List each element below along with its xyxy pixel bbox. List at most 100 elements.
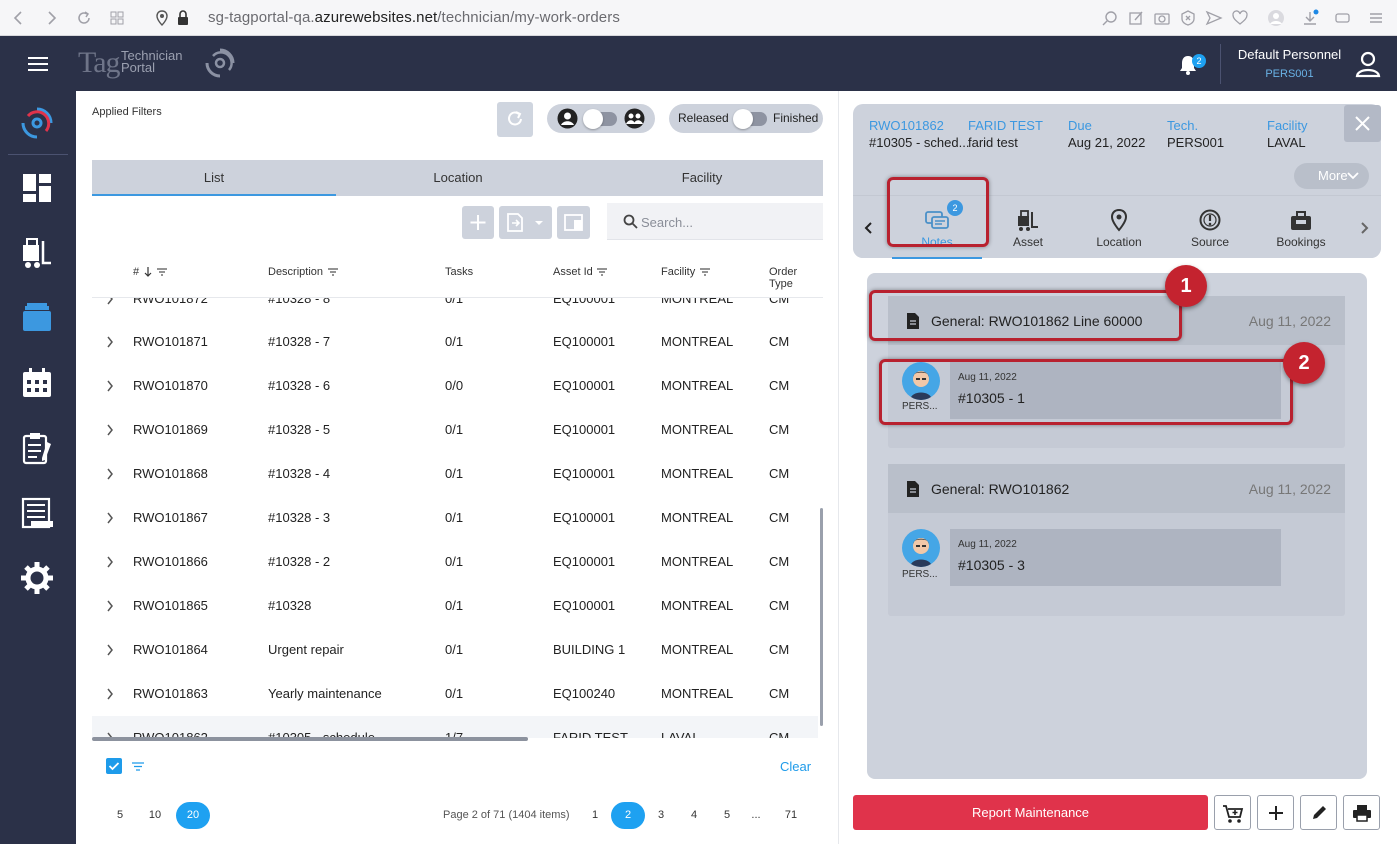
edit-page-icon[interactable] <box>1127 9 1145 27</box>
home-logo-icon[interactable] <box>19 105 55 141</box>
refresh-button[interactable] <box>497 102 533 137</box>
sort-desc-filter-icon[interactable] <box>144 266 168 278</box>
chevron-right-icon[interactable] <box>106 424 114 436</box>
personal-team-toggle[interactable] <box>547 104 655 133</box>
heart-icon[interactable] <box>1231 9 1249 27</box>
page-size-10[interactable]: 10 <box>145 809 165 821</box>
tab-location[interactable]: Location <box>336 160 580 196</box>
page-71[interactable]: 71 <box>781 809 801 821</box>
add-button[interactable] <box>1257 795 1294 830</box>
edit-button[interactable] <box>1300 795 1337 830</box>
tab-facility[interactable]: Facility <box>580 160 824 196</box>
tab-location[interactable]: Location <box>1074 196 1164 259</box>
page-size-20[interactable]: 20 <box>176 802 210 829</box>
filter-icon[interactable] <box>132 762 144 771</box>
col-facility[interactable]: Facility <box>661 266 695 278</box>
forklift-icon[interactable] <box>19 235 55 271</box>
tab-bookings[interactable]: Bookings <box>1256 196 1346 259</box>
page-4[interactable]: 4 <box>684 809 704 821</box>
chevron-right-icon[interactable] <box>106 556 114 568</box>
report-maintenance-button[interactable]: Report Maintenance <box>853 795 1208 830</box>
page-1[interactable]: 1 <box>585 809 605 821</box>
location-pin-icon[interactable] <box>153 9 171 27</box>
menu-icon[interactable] <box>1367 9 1385 27</box>
horizontal-scrollbar[interactable] <box>92 737 528 741</box>
chevron-right-icon[interactable] <box>106 380 114 392</box>
add-button[interactable] <box>462 206 494 239</box>
personal-team-switch[interactable] <box>583 109 617 129</box>
chevron-right-icon[interactable] <box>106 688 114 700</box>
table-row[interactable]: RWO101865 #10328 0/1 EQ100001 MONTREAL CM <box>92 584 818 628</box>
reload-icon[interactable] <box>75 9 93 27</box>
chevron-down-icon <box>1347 172 1359 180</box>
tab-list[interactable]: List <box>92 160 336 196</box>
checklist-icon[interactable] <box>19 430 55 466</box>
filter-icon[interactable] <box>700 268 710 276</box>
camera-icon[interactable] <box>1153 9 1171 27</box>
tab-source[interactable]: Source <box>1165 196 1255 259</box>
hamburger-icon[interactable] <box>28 57 48 71</box>
note-entry[interactable]: Aug 11, 2022 #10305 - 3 <box>950 529 1281 586</box>
download-icon[interactable] <box>1301 9 1319 27</box>
chevron-left-icon[interactable] <box>864 221 874 235</box>
table-row[interactable]: RWO101868 #10328 - 4 0/1 EQ100001 MONTREAL CM <box>92 452 818 496</box>
select-all-checkbox[interactable] <box>106 758 122 774</box>
send-icon[interactable] <box>1205 9 1223 27</box>
col-order-type[interactable]: Order Type <box>769 266 823 290</box>
wo-id[interactable]: RWO101862 <box>869 118 969 133</box>
calendar-icon[interactable] <box>19 365 55 401</box>
filter-icon[interactable] <box>328 268 338 276</box>
chevron-right-icon[interactable] <box>106 644 114 656</box>
table-row[interactable]: RWO101870 #10328 - 6 0/0 EQ100001 MONTREAL CM <box>92 364 818 408</box>
profile-icon[interactable] <box>1267 9 1285 27</box>
col-tasks[interactable]: Tasks <box>445 266 473 278</box>
chevron-right-icon[interactable] <box>1359 221 1369 235</box>
settings-gear-icon[interactable] <box>19 560 55 596</box>
col-number[interactable]: # <box>133 266 139 278</box>
vertical-scrollbar[interactable] <box>820 508 823 726</box>
tabs-grid-icon[interactable] <box>108 9 126 27</box>
user-icon[interactable] <box>1354 50 1382 78</box>
clear-filters-link[interactable]: Clear <box>780 759 811 774</box>
table-row[interactable]: RWO101863 Yearly maintenance 0/1 EQ100240 MO… <box>92 672 818 716</box>
list-report-icon[interactable] <box>19 495 55 531</box>
search-page-icon[interactable] <box>1101 9 1119 27</box>
table-row[interactable]: RWO101871 #10328 - 7 0/1 EQ100001 MONTREAL CM <box>92 320 818 364</box>
released-finished-switch[interactable] <box>733 109 767 129</box>
asset-label[interactable]: FARID TEST <box>968 118 1043 133</box>
work-orders-icon[interactable] <box>19 300 55 336</box>
chevron-right-icon[interactable] <box>106 468 114 480</box>
col-description[interactable]: Description <box>268 266 323 278</box>
page-3[interactable]: 3 <box>651 809 671 821</box>
note-header[interactable]: General: RWO101862 Aug 11, 2022 <box>888 464 1345 513</box>
close-button[interactable] <box>1344 105 1381 142</box>
released-finished-toggle[interactable]: Released Finished <box>669 104 823 133</box>
search-input[interactable]: Search... <box>607 203 823 240</box>
col-asset[interactable]: Asset Id <box>553 266 593 278</box>
add-to-cart-button[interactable] <box>1214 795 1251 830</box>
table-row[interactable]: RWO101867 #10328 - 3 0/1 EQ100001 MONTREAL CM <box>92 496 818 540</box>
chevron-right-icon[interactable] <box>106 600 114 612</box>
block-icon[interactable] <box>1179 9 1197 27</box>
page-5[interactable]: 5 <box>717 809 737 821</box>
page-2-current[interactable]: 2 <box>611 802 645 829</box>
more-button[interactable]: More <box>1294 163 1369 189</box>
address-bar[interactable]: sg-tagportal-qa.azurewebsites.net/techni… <box>208 9 620 26</box>
table-row[interactable]: RWO101872 #10328 - 8 0/1 EQ100001 MONTREAL CM <box>92 298 818 321</box>
dashboard-icon[interactable] <box>19 170 55 206</box>
table-row[interactable]: RWO101862 #10305 - schedule 1/7 FARID TEST L… <box>92 716 818 738</box>
print-button[interactable] <box>1343 795 1380 830</box>
forward-icon[interactable] <box>42 9 60 27</box>
back-icon[interactable] <box>10 9 28 27</box>
table-row[interactable]: RWO101869 #10328 - 5 0/1 EQ100001 MONTREAL CM <box>92 408 818 452</box>
chevron-right-icon[interactable] <box>106 336 114 348</box>
export-dropdown-button[interactable] <box>499 206 552 239</box>
filter-icon[interactable] <box>597 268 607 276</box>
table-row[interactable]: RWO101866 #10328 - 2 0/1 EQ100001 MONTREAL CM <box>92 540 818 584</box>
page-size-5[interactable]: 5 <box>110 809 130 821</box>
table-row[interactable]: RWO101864 Urgent repair 0/1 BUILDING 1 MONTR… <box>92 628 818 672</box>
chevron-right-icon[interactable] <box>106 298 114 305</box>
layout-button[interactable] <box>557 206 590 239</box>
chevron-right-icon[interactable] <box>106 512 114 524</box>
tab-asset[interactable]: Asset <box>983 196 1073 259</box>
